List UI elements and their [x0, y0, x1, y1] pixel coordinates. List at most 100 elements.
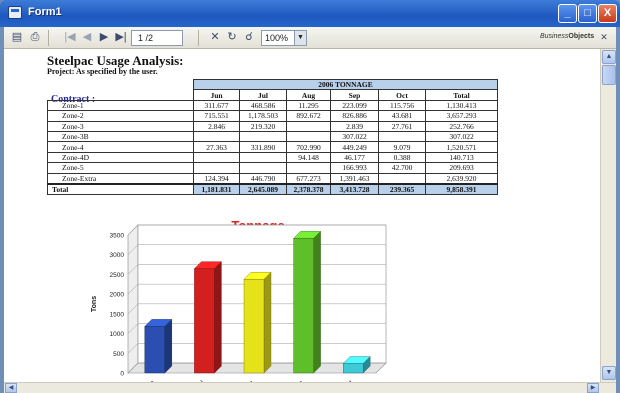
- value-cell: 3,657.293: [425, 110, 498, 122]
- value-cell: [286, 130, 331, 143]
- value-cell: [286, 120, 331, 132]
- value-cell: 1,391.463: [330, 172, 379, 184]
- value-cell: 27.761: [378, 120, 426, 132]
- stop-icon[interactable]: ✕: [207, 30, 223, 45]
- scroll-down-icon[interactable]: ▼: [602, 366, 616, 380]
- value-cell: 2.839: [330, 120, 379, 132]
- zone-cell: Zone-4: [47, 141, 194, 153]
- value-cell: 677.273: [286, 172, 331, 184]
- value-cell: 27.363: [193, 141, 240, 153]
- zone-cell: Zone-3: [47, 120, 194, 132]
- y-tick-label: 2500: [110, 272, 125, 279]
- bar-side: [164, 318, 173, 374]
- close-button[interactable]: X: [598, 4, 617, 23]
- window-title: Form1: [28, 6, 62, 18]
- value-cell: 166.993: [330, 162, 379, 174]
- refresh-icon[interactable]: ↻: [224, 30, 240, 45]
- value-cell: 1,130.413: [425, 99, 498, 112]
- print-icon[interactable]: ⎙: [27, 30, 43, 45]
- column-header: Jul: [239, 89, 287, 101]
- value-cell: 252.766: [425, 120, 498, 132]
- group-header: 2006 TONNAGE: [193, 78, 498, 91]
- total-cell: 3,413.728: [330, 182, 379, 195]
- blank-cell: [48, 80, 194, 90]
- bar-side: [263, 271, 272, 374]
- column-header: Oct: [378, 89, 426, 101]
- value-cell: 1,178.503: [239, 110, 287, 122]
- table-row: Zone-3 2.846 219.320 2.839 27.761 252.766: [47, 120, 498, 132]
- table-row: Zone-3B 307.022 307.022: [47, 130, 498, 143]
- table-row: Zone-2 715.551 1,178.503 892.672 826.886 43.6…: [47, 110, 498, 122]
- y-tick-label: 1000: [110, 331, 125, 338]
- tonnage-table: 2006 TONNAGE Jun Jul Aug Sep Oct Total Z…: [47, 78, 498, 195]
- zoom-select[interactable]: 100% ▼: [261, 30, 307, 46]
- table-row: Zone-4D 94.148 46.177 0.388 140.713: [47, 151, 498, 164]
- value-cell: 307.022: [330, 130, 379, 143]
- last-page-icon[interactable]: ▶|: [113, 30, 129, 45]
- column-header: Aug: [286, 89, 331, 101]
- value-cell: [239, 162, 287, 174]
- app-window: Form1 _ □ X ▤ ⎙ |◀ ◀ ▶ ▶| 1 /2 ✕ ↻ ☌ 100…: [0, 0, 620, 393]
- close-report-icon[interactable]: ✕: [596, 30, 612, 45]
- y-tick-label: 3000: [110, 252, 125, 259]
- value-cell: 2.846: [193, 120, 240, 132]
- chevron-down-icon[interactable]: ▼: [294, 31, 306, 45]
- zone-cell: Zone-4D: [47, 151, 194, 164]
- table-body: Zone-1 311.677 468.586 11.295 223.099 115.756…: [47, 99, 498, 195]
- value-cell: 1,520.571: [425, 141, 498, 153]
- horizontal-scrollbar[interactable]: ◀ ▶: [4, 382, 616, 393]
- value-cell: 42.700: [378, 162, 426, 174]
- next-page-icon[interactable]: ▶: [96, 30, 112, 45]
- value-cell: 307.022: [425, 130, 498, 143]
- report-viewer: Steelpac Usage Analysis: Project: As spe…: [4, 49, 600, 382]
- maximize-button[interactable]: □: [578, 4, 597, 23]
- total-cell: 239.365: [378, 182, 426, 195]
- value-cell: 94.148: [286, 151, 331, 164]
- scroll-up-icon[interactable]: ▲: [602, 50, 616, 64]
- table-row: Zone-5 166.993 42.700 209.693: [47, 162, 498, 174]
- value-cell: 124.394: [193, 172, 240, 184]
- value-cell: [378, 130, 426, 143]
- first-page-icon[interactable]: |◀: [62, 30, 78, 45]
- y-tick-label: 3500: [110, 233, 125, 240]
- total-cell: 1,181.831: [193, 182, 240, 195]
- tonnage-chart: Tonnage0500100015002000250030003500TonsJ…: [91, 218, 387, 382]
- value-cell: 115.756: [378, 99, 426, 112]
- minimize-button[interactable]: _: [558, 4, 577, 23]
- y-tick-label: 0: [120, 371, 124, 378]
- value-cell: 140.713: [425, 151, 498, 164]
- value-cell: 0.388: [378, 151, 426, 164]
- value-cell: 446.790: [239, 172, 287, 184]
- value-cell: 826.886: [330, 110, 379, 122]
- page-number-input[interactable]: 1 /2: [131, 30, 183, 46]
- scroll-left-icon[interactable]: ◀: [5, 383, 17, 393]
- zone-cell: Zone-2: [47, 110, 194, 122]
- total-cell: 9,858.391: [425, 182, 498, 195]
- zone-cell: Zone-5: [47, 162, 194, 174]
- value-cell: [378, 172, 426, 184]
- table-row: Zone-1 311.677 468.586 11.295 223.099 115.756…: [47, 99, 498, 112]
- y-tick-label: 500: [113, 351, 124, 358]
- group-header-row: 2006 TONNAGE: [48, 78, 498, 91]
- y-axis-label: Tons: [91, 296, 98, 312]
- total-label: Total: [47, 182, 194, 195]
- toolbar-separator: [48, 30, 49, 46]
- scroll-right-icon[interactable]: ▶: [587, 383, 599, 393]
- businessobjects-logo: BusinessObjects: [540, 33, 595, 40]
- value-cell: 715.551: [193, 110, 240, 122]
- table-row: Zone-Extra 124.394 446.790 677.273 1,391.463…: [47, 172, 498, 184]
- value-cell: 468.586: [239, 99, 287, 112]
- previous-page-icon[interactable]: ◀: [79, 30, 95, 45]
- bar: [144, 326, 165, 374]
- chart-side-wall: [127, 224, 139, 374]
- bar: [243, 279, 265, 374]
- scroll-thumb[interactable]: [602, 65, 616, 85]
- vertical-scrollbar[interactable]: ▲ ▼: [600, 49, 616, 382]
- title-bar[interactable]: Form1 _ □ X: [0, 0, 620, 27]
- search-icon[interactable]: ☌: [241, 30, 257, 45]
- zone-cell: Zone-Extra: [47, 172, 194, 184]
- y-tick-label: 2000: [110, 292, 125, 299]
- export-icon[interactable]: ▤: [9, 30, 25, 45]
- value-cell: [239, 151, 287, 164]
- bar-side: [313, 230, 321, 374]
